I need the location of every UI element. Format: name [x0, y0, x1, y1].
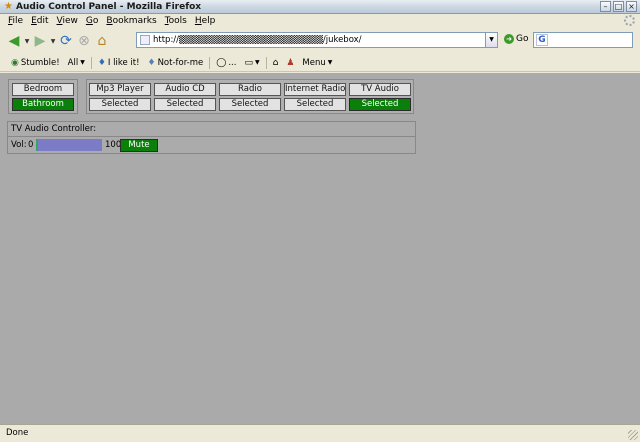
menu-tools[interactable]: Tools [161, 15, 191, 28]
comments-label: ... [228, 57, 237, 68]
search-input[interactable] [550, 34, 630, 46]
back-button[interactable]: ◀ [5, 32, 23, 50]
i-like-it-button[interactable]: ♦ I like it! [94, 58, 144, 68]
search-box[interactable]: G [533, 32, 633, 48]
forward-history-dropdown[interactable]: ▼ [49, 38, 57, 45]
home-icon: ⌂ [272, 57, 279, 68]
stumbleupon-icon: ◉ [11, 57, 19, 68]
url-dropdown-button[interactable]: ▼ [485, 33, 497, 47]
stumble-label: Stumble! [20, 57, 60, 68]
speech-bubble-icon: ◯ [216, 57, 227, 68]
source-button-audio-cd[interactable]: Audio CD [154, 83, 216, 96]
controller-title: TV Audio Controller: [8, 122, 415, 137]
source-button-internet-radio[interactable]: Internet Radio [284, 83, 346, 96]
source-button-radio[interactable]: Radio [219, 83, 281, 96]
user-icon: ♟ [286, 57, 295, 68]
menu-file[interactable]: File [4, 15, 27, 28]
maximize-button[interactable]: □ [613, 1, 624, 12]
throbber-icon [624, 15, 635, 26]
source-status-radio[interactable]: Selected [219, 98, 281, 111]
all-dropdown[interactable]: All ▼ [64, 58, 89, 68]
not-for-me-button[interactable]: ♦ Not-for-me [144, 58, 208, 68]
go-button[interactable]: ➜ Go [504, 34, 528, 44]
menu-view[interactable]: View [53, 15, 82, 28]
volume-slider[interactable] [36, 139, 102, 151]
window-controls: – □ × [600, 1, 637, 12]
volume-slider-fill [38, 139, 102, 151]
stumble-menu-button[interactable]: Menu ▼ [298, 58, 336, 68]
audio-controller-panel: TV Audio Controller: Vol: 0 100 Mute [7, 121, 416, 154]
menu-label: Menu [302, 57, 326, 68]
forward-arrow-icon: ▶ [34, 33, 46, 49]
menu-bookmarks[interactable]: Bookmarks [102, 15, 160, 28]
mute-button[interactable]: Mute [120, 139, 158, 152]
back-arrow-icon: ◀ [8, 33, 20, 49]
status-bar: Done [0, 424, 640, 442]
close-button[interactable]: × [626, 1, 637, 12]
source-button-tv-audio[interactable]: TV Audio [349, 83, 411, 96]
resize-grip[interactable] [628, 430, 638, 440]
stop-icon: ⊗ [78, 33, 90, 49]
title-bar: ★ Audio Control Panel - Mozilla Firefox … [0, 0, 640, 14]
volume-row: Vol: 0 100 Mute [8, 137, 415, 153]
window-title: Audio Control Panel - Mozilla Firefox [16, 2, 202, 12]
source-selector: Mp3 Player Audio CD Radio Internet Radio… [86, 79, 414, 114]
reload-icon: ⟳ [60, 33, 72, 49]
menu-bar: File Edit View Go Bookmarks Tools Help [0, 14, 640, 28]
profile-button[interactable]: ♟ [282, 58, 298, 68]
status-text: Done [6, 428, 29, 438]
menu-go[interactable]: Go [82, 15, 103, 28]
room-button-bathroom[interactable]: Bathroom [12, 98, 74, 111]
navigation-toolbar: ◀ ▼ ▶ ▼ ⟳ ⊗ ⌂ http://▒▒▒▒▒▒▒▒▒▒▒▒▒▒▒▒▒▒▒… [0, 29, 640, 53]
browser-window: ★ Audio Control Panel - Mozilla Firefox … [0, 0, 640, 442]
volume-max-label: 100 [105, 140, 122, 150]
source-status-tv-audio[interactable]: Selected [349, 98, 411, 111]
source-status-mp3-player[interactable]: Selected [89, 98, 151, 111]
stop-button[interactable]: ⊗ [75, 32, 93, 50]
source-button-mp3-player[interactable]: Mp3 Player [89, 83, 151, 96]
send-to-button[interactable]: ▭ ▼ [240, 58, 263, 68]
source-status-internet-radio[interactable]: Selected [284, 98, 346, 111]
minimize-button[interactable]: – [600, 1, 611, 12]
stumble-home-button[interactable]: ⌂ [269, 58, 283, 68]
chevron-down-icon: ▼ [254, 59, 260, 66]
volume-min-label: 0 [28, 140, 34, 150]
google-search-icon[interactable]: G [536, 34, 548, 46]
page-content: Bedroom Bathroom Mp3 Player Audio CD Rad… [0, 73, 640, 424]
menu-help[interactable]: Help [191, 15, 220, 28]
url-text[interactable]: http://▒▒▒▒▒▒▒▒▒▒▒▒▒▒▒▒▒▒▒▒▒▒/jukebox/ [153, 35, 485, 45]
source-status-audio-cd[interactable]: Selected [154, 98, 216, 111]
not-for-me-label: Not-for-me [157, 57, 204, 68]
reload-button[interactable]: ⟳ [57, 32, 75, 50]
all-label: All [67, 57, 79, 68]
toolbar-separator [90, 56, 92, 69]
page-icon [140, 35, 150, 45]
volume-label: Vol: [11, 140, 27, 150]
forward-button[interactable]: ▶ [31, 32, 49, 50]
back-history-dropdown[interactable]: ▼ [23, 38, 31, 45]
menu-edit[interactable]: Edit [27, 15, 52, 28]
home-button[interactable]: ⌂ [93, 32, 111, 50]
comments-button[interactable]: ◯ ... [212, 58, 240, 68]
address-bar[interactable]: http://▒▒▒▒▒▒▒▒▒▒▒▒▒▒▒▒▒▒▒▒▒▒/jukebox/ ▼ [136, 32, 498, 48]
go-label: Go [516, 34, 529, 44]
stumble-button[interactable]: ◉ Stumble! [7, 58, 64, 68]
room-selector: Bedroom Bathroom [8, 79, 78, 114]
go-arrow-icon: ➜ [504, 34, 514, 44]
send-page-icon: ▭ [244, 57, 253, 68]
i-like-it-label: I like it! [107, 57, 140, 68]
firefox-icon: ★ [4, 1, 13, 12]
stumbleupon-toolbar: ◉ Stumble! All ▼ ♦ I like it! ♦ Not-for-… [0, 54, 640, 72]
chevron-down-icon: ▼ [327, 59, 333, 66]
thumbs-up-icon: ♦ [97, 57, 106, 68]
chevron-down-icon: ▼ [80, 59, 85, 66]
toolbar-separator [209, 56, 211, 69]
thumbs-down-icon: ♦ [147, 57, 156, 68]
room-button-bedroom[interactable]: Bedroom [12, 83, 74, 96]
toolbar-separator [265, 56, 267, 69]
home-icon: ⌂ [97, 33, 107, 49]
